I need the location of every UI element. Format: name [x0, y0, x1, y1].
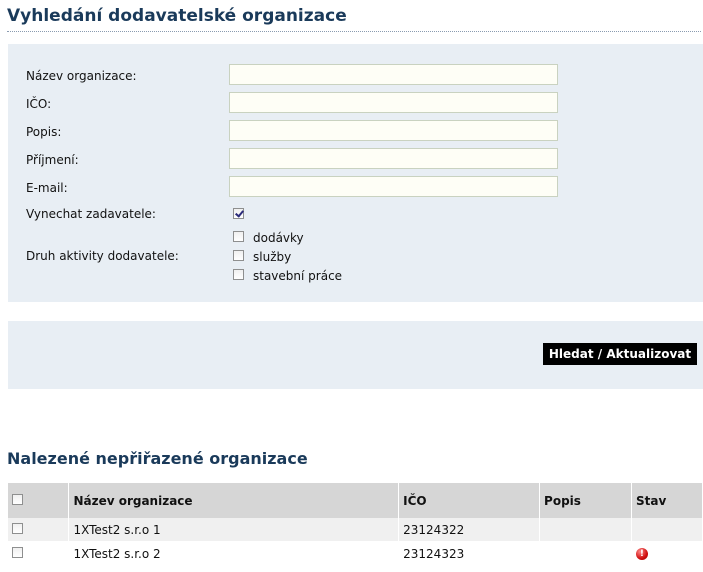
- results-table: Název organizace IČO Popis Stav 1XTest2 …: [8, 483, 703, 566]
- description-label: Popis:: [26, 125, 62, 139]
- row-ico: 23124322: [398, 518, 541, 542]
- exclude-submitters-checkbox[interactable]: [233, 208, 244, 219]
- results-section-title: Nalezené nepřiřazené organizace: [7, 449, 308, 468]
- row-description: [539, 541, 632, 566]
- activity-construction-label: stavební práce: [253, 269, 343, 283]
- column-header-status: Stav: [631, 483, 703, 518]
- activity-services-label: služby: [253, 250, 292, 264]
- ico-label: IČO:: [26, 97, 52, 111]
- email-input[interactable]: [229, 176, 558, 197]
- row-ico: 23124323: [398, 541, 541, 566]
- email-label: E-mail:: [26, 181, 68, 195]
- column-header-name: Název organizace: [68, 483, 400, 518]
- ico-input[interactable]: [229, 92, 558, 113]
- row-status: !: [631, 541, 703, 566]
- row-name: 1XTest2 s.r.o 1: [68, 518, 400, 542]
- activity-supplies-label: dodávky: [253, 231, 304, 245]
- exclude-submitters-label: Vynechat zadavatele:: [26, 207, 156, 221]
- column-header-description: Popis: [539, 483, 632, 518]
- results-header-row: Název organizace IČO Popis Stav: [8, 483, 703, 518]
- title-divider: [7, 31, 701, 32]
- table-row: 1XTest2 s.r.o 2 23124323 !: [8, 541, 703, 566]
- row-status: [631, 518, 703, 542]
- table-row: 1XTest2 s.r.o 1 23124322: [8, 518, 703, 542]
- select-all-header: [8, 483, 70, 518]
- row-name: 1XTest2 s.r.o 2: [68, 541, 400, 566]
- row-checkbox[interactable]: [12, 546, 23, 558]
- org-name-label: Název organizace:: [26, 69, 137, 83]
- row-checkbox[interactable]: [12, 522, 23, 534]
- select-all-checkbox[interactable]: [12, 493, 23, 505]
- warning-icon[interactable]: !: [635, 548, 648, 560]
- page-title: Vyhledání dodavatelské organizace: [7, 6, 347, 26]
- surname-input[interactable]: [229, 148, 558, 169]
- column-header-ico: IČO: [398, 483, 541, 518]
- surname-label: Příjmení:: [26, 153, 79, 167]
- activity-type-label: Druh aktivity dodavatele:: [26, 249, 179, 263]
- activity-services-checkbox[interactable]: [233, 250, 244, 261]
- search-update-button[interactable]: Hledat / Aktualizovat: [543, 343, 697, 365]
- description-input[interactable]: [229, 120, 558, 141]
- activity-construction-checkbox[interactable]: [233, 269, 244, 280]
- org-name-input[interactable]: [229, 64, 558, 85]
- activity-supplies-checkbox[interactable]: [233, 231, 244, 242]
- row-description: [539, 518, 632, 542]
